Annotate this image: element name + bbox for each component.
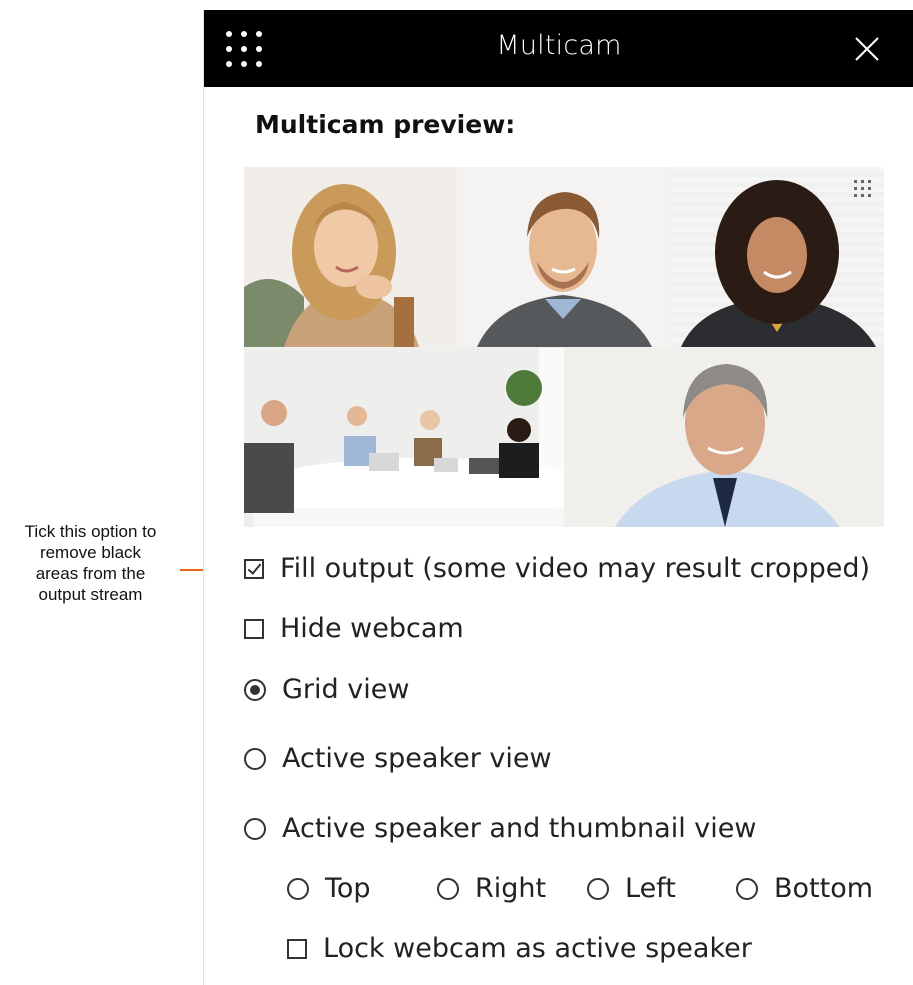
- fill-output-label: Fill output (some video may result cropp…: [280, 553, 871, 584]
- thumbnail-position-top-label: Top: [325, 873, 371, 904]
- page: Tick this option to remove black areas f…: [0, 0, 913, 985]
- active-speaker-thumbnail-view-label: Active speaker and thumbnail view: [282, 813, 757, 844]
- lock-webcam-option[interactable]: Lock webcam as active speaker: [287, 933, 752, 964]
- preview-heading: Multicam preview:: [255, 110, 516, 139]
- annotation-text: Tick this option to remove black areas f…: [0, 521, 181, 605]
- thumbnail-position-top-radio[interactable]: [287, 877, 309, 900]
- grid-view-option[interactable]: Grid view: [244, 674, 409, 705]
- video-tile-1: [244, 167, 456, 347]
- fill-output-option[interactable]: Fill output (some video may result cropp…: [244, 553, 870, 584]
- lock-webcam-label: Lock webcam as active speaker: [323, 933, 752, 964]
- window-title: Multicam: [496, 30, 622, 61]
- video-tile-2: [457, 167, 670, 347]
- hide-webcam-checkbox[interactable]: [244, 618, 264, 639]
- title-bar: Multicam: [204, 10, 913, 87]
- multicam-preview: [244, 167, 884, 527]
- thumbnail-position-bottom-label: Bottom: [774, 873, 874, 904]
- grid-view-radio[interactable]: [244, 678, 266, 701]
- thumbnail-position-left[interactable]: Left: [587, 873, 676, 904]
- thumbnail-position-left-radio[interactable]: [587, 877, 609, 900]
- grid-view-label: Grid view: [282, 674, 410, 705]
- layout-grid-icon[interactable]: [852, 178, 874, 200]
- thumbnail-position-top[interactable]: Top: [287, 873, 371, 904]
- lock-webcam-checkbox[interactable]: [287, 938, 307, 959]
- video-tile-4: [244, 348, 564, 527]
- active-speaker-view-label: Active speaker view: [282, 743, 552, 774]
- thumbnail-position-right-radio[interactable]: [437, 877, 459, 900]
- hide-webcam-label: Hide webcam: [280, 613, 464, 644]
- thumbnail-position-bottom[interactable]: Bottom: [736, 873, 873, 904]
- thumbnail-position-left-label: Left: [625, 873, 676, 904]
- active-speaker-thumbnail-view-radio[interactable]: [244, 817, 266, 840]
- hide-webcam-option[interactable]: Hide webcam: [244, 613, 464, 644]
- fill-output-checkbox[interactable]: [244, 558, 264, 579]
- active-speaker-view-radio[interactable]: [244, 747, 266, 770]
- video-tile-5: [565, 348, 884, 527]
- thumbnail-position-right[interactable]: Right: [437, 873, 546, 904]
- multicam-panel: Multicam Multicam preview: Fill output (…: [203, 10, 913, 985]
- active-speaker-view-option[interactable]: Active speaker view: [244, 743, 552, 774]
- thumbnail-position-right-label: Right: [475, 873, 547, 904]
- active-speaker-thumbnail-view-option[interactable]: Active speaker and thumbnail view: [244, 813, 756, 844]
- close-icon[interactable]: [853, 35, 881, 63]
- annotation-line-3: areas from the: [35, 564, 146, 583]
- annotation-line-2: remove black: [39, 543, 142, 562]
- thumbnail-position-bottom-radio[interactable]: [736, 877, 758, 900]
- annotation-line-1: Tick this option to: [24, 522, 157, 541]
- annotation-line-4: output stream: [38, 585, 143, 604]
